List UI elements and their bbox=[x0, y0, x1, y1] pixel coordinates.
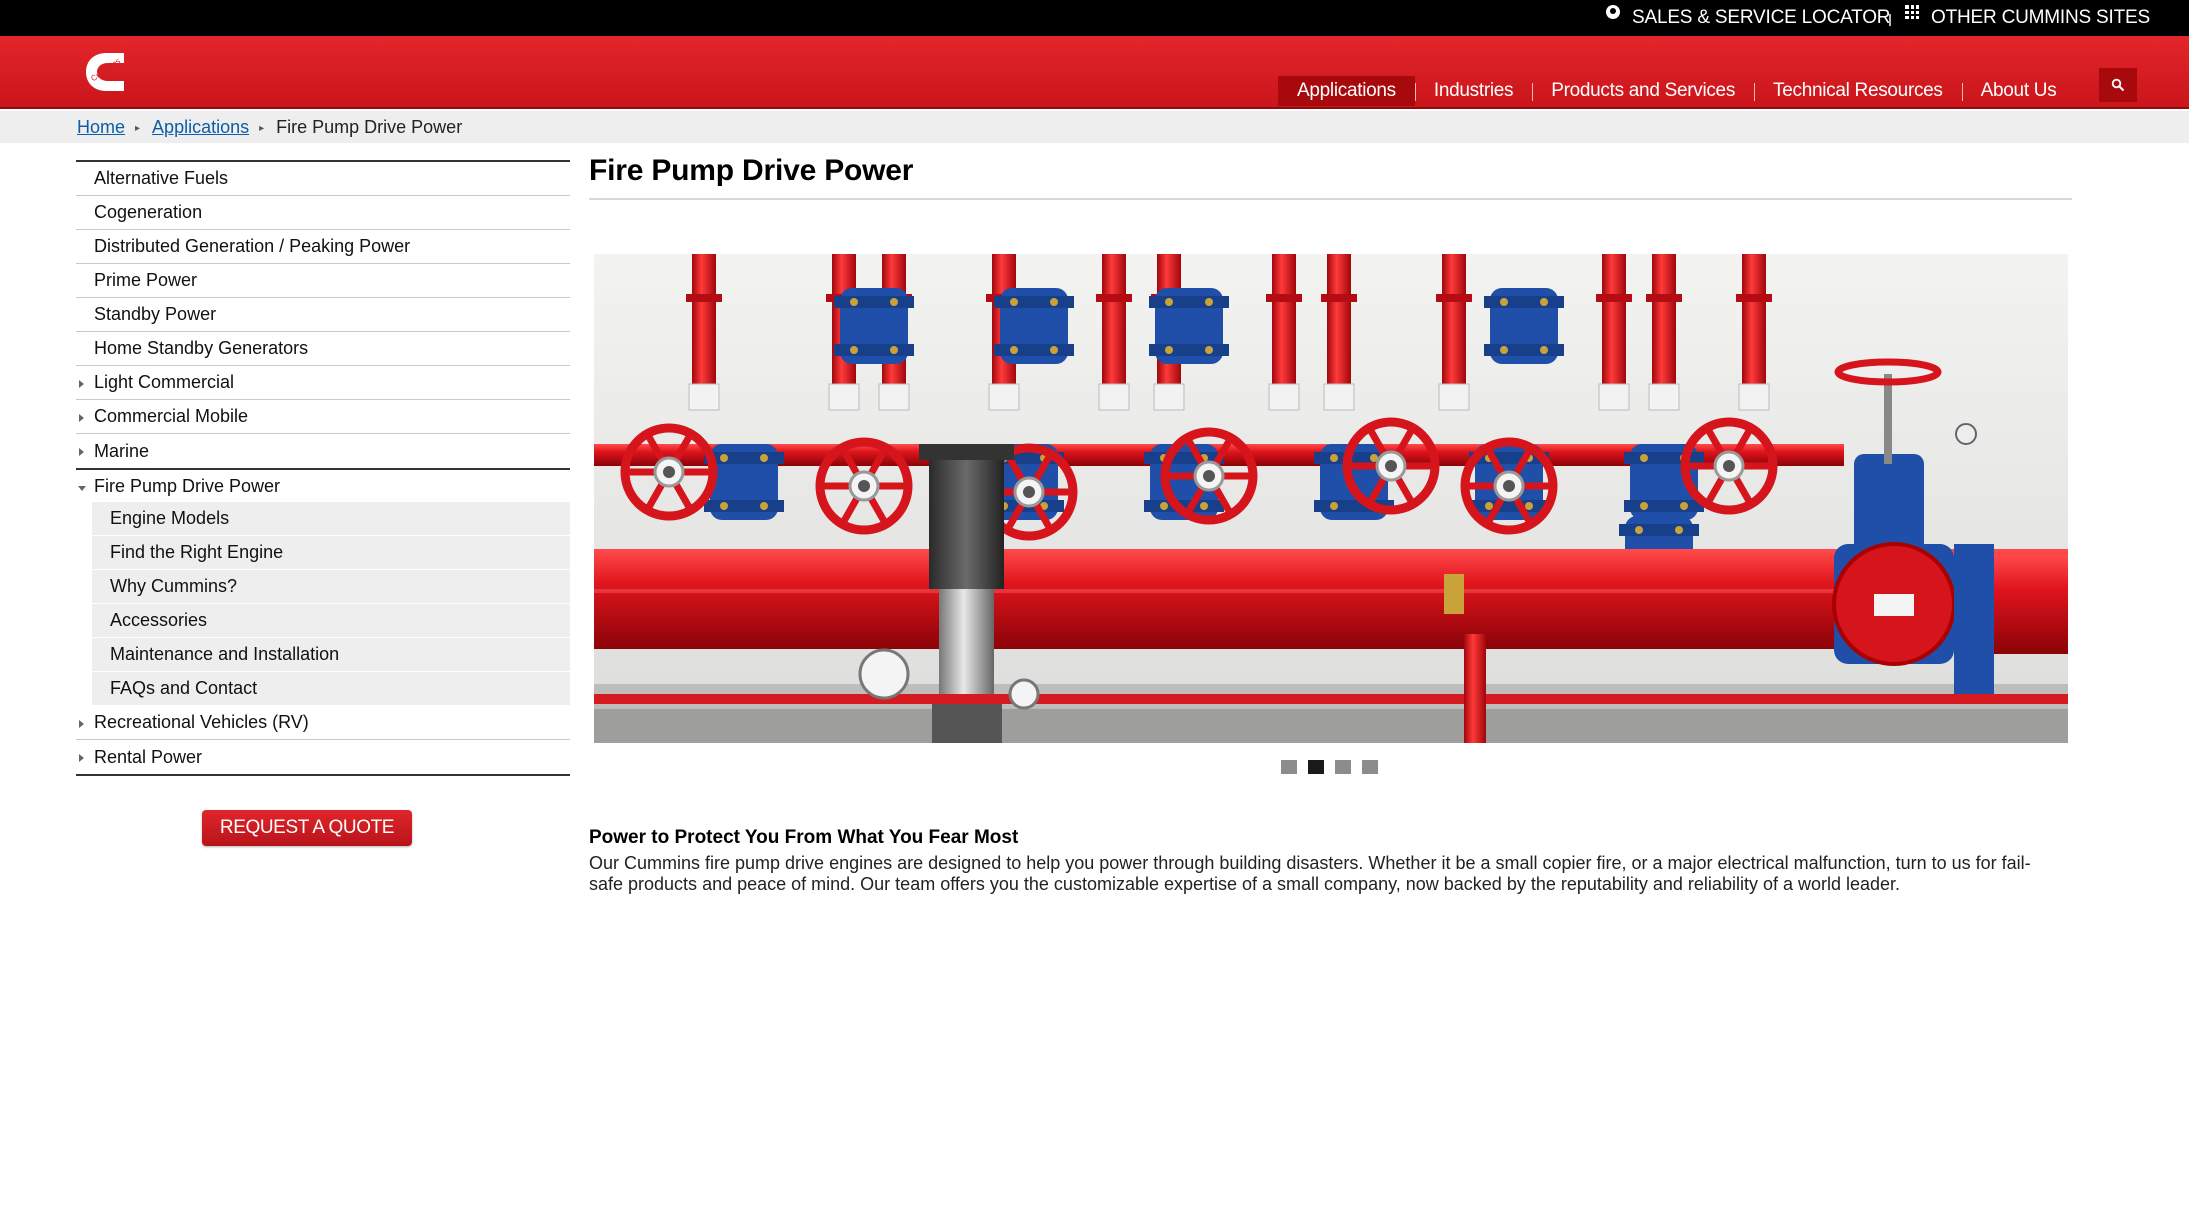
carousel-dot-1[interactable] bbox=[1281, 760, 1297, 774]
sidebar-subitem-why-cummins[interactable]: Why Cummins? bbox=[92, 570, 570, 604]
sidebar-item-cogeneration[interactable]: Cogeneration bbox=[76, 196, 570, 230]
breadcrumb-current: Fire Pump Drive Power bbox=[276, 116, 463, 137]
sidebar-item-label: Distributed Generation / Peaking Power bbox=[94, 236, 411, 256]
fire-pump-valve-manifold-photo bbox=[594, 254, 2068, 743]
sidebar-item-label: Alternative Fuels bbox=[94, 168, 229, 188]
sidebar-subitem-faqs-and-contact[interactable]: FAQs and Contact bbox=[92, 672, 570, 706]
breadcrumb-separator-icon: ▸ bbox=[135, 122, 141, 134]
nav-industries[interactable]: Industries bbox=[1414, 76, 1532, 106]
sales-service-locator-link[interactable]: SALES & SERVICE LOCATOR bbox=[1606, 0, 1891, 36]
other-cummins-sites-label: OTHER CUMMINS SITES bbox=[1931, 7, 2150, 28]
sidebar-subitem-maintenance-and-installation[interactable]: Maintenance and Installation bbox=[92, 638, 570, 672]
carousel-dot-2[interactable] bbox=[1308, 760, 1324, 774]
breadcrumb-bar: Home ▸ Applications ▸ Fire Pump Drive Po… bbox=[0, 111, 2189, 143]
sidebar-item-fire-pump-drive-power[interactable]: Fire Pump Drive Power bbox=[76, 468, 570, 502]
sidebar-item-label: Rental Power bbox=[94, 746, 203, 767]
sidebar-nav: Alternative Fuels Cogeneration Distribut… bbox=[76, 160, 570, 776]
sales-service-locator-label: SALES & SERVICE LOCATOR bbox=[1632, 7, 1891, 28]
nav-products-and-services[interactable]: Products and Services bbox=[1532, 76, 1754, 106]
breadcrumb-applications[interactable]: Applications bbox=[152, 117, 249, 138]
globe-icon bbox=[1606, 5, 1620, 19]
hero-carousel-image bbox=[594, 254, 2068, 743]
sidebar-subitem-accessories[interactable]: Accessories bbox=[92, 604, 570, 638]
sidebar-item-rental-power[interactable]: Rental Power bbox=[76, 740, 570, 774]
utility-bar: SALES & SERVICE LOCATOR OTHER CUMMINS SI… bbox=[0, 0, 2189, 36]
sidebar-item-label: Marine bbox=[94, 440, 150, 461]
nav-about-us[interactable]: About Us bbox=[1961, 76, 2076, 106]
carousel-dot-3[interactable] bbox=[1335, 760, 1351, 774]
collapse-arrow-icon bbox=[78, 486, 86, 491]
expand-arrow-icon bbox=[79, 414, 84, 422]
site-header: Cummins Applications Industries Products… bbox=[0, 36, 2189, 109]
sidebar-item-commercial-mobile[interactable]: Commercial Mobile bbox=[76, 400, 570, 434]
cummins-logo[interactable]: Cummins bbox=[80, 50, 128, 94]
sidebar-item-prime-power[interactable]: Prime Power bbox=[76, 264, 570, 298]
expand-arrow-icon bbox=[79, 448, 84, 456]
search-icon bbox=[2111, 78, 2125, 92]
expand-arrow-icon bbox=[79, 720, 84, 728]
sidebar-item-label: Prime Power bbox=[94, 270, 198, 290]
carousel-indicators bbox=[1281, 760, 1378, 774]
sidebar-subitem-engine-models[interactable]: Engine Models bbox=[92, 502, 570, 536]
breadcrumb-home[interactable]: Home bbox=[77, 117, 125, 138]
sidebar-bottom-divider bbox=[76, 774, 570, 776]
sidebar-item-alternative-fuels[interactable]: Alternative Fuels bbox=[76, 162, 570, 196]
expand-arrow-icon bbox=[79, 754, 84, 762]
sidebar-item-label: Home Standby Generators bbox=[94, 338, 309, 358]
sidebar-item-label: Standby Power bbox=[94, 304, 217, 324]
search-button[interactable] bbox=[2099, 68, 2137, 102]
other-cummins-sites-link[interactable]: OTHER CUMMINS SITES bbox=[1905, 0, 2150, 36]
request-a-quote-button[interactable]: REQUEST A QUOTE bbox=[202, 810, 412, 846]
sidebar-item-label: Commercial Mobile bbox=[94, 406, 249, 426]
utility-divider bbox=[1889, 14, 1891, 26]
breadcrumb: Home ▸ Applications ▸ Fire Pump Drive Po… bbox=[77, 111, 462, 143]
sidebar-item-label: Cogeneration bbox=[94, 202, 203, 222]
sidebar-item-standby-power[interactable]: Standby Power bbox=[76, 298, 570, 332]
sidebar-item-label: Recreational Vehicles (RV) bbox=[94, 712, 309, 732]
sidebar-item-distributed-generation[interactable]: Distributed Generation / Peaking Power bbox=[76, 230, 570, 264]
main-nav: Applications Industries Products and Ser… bbox=[1278, 76, 2075, 106]
sidebar-item-marine[interactable]: Marine bbox=[76, 434, 570, 468]
nav-applications[interactable]: Applications bbox=[1278, 76, 1415, 106]
breadcrumb-separator-icon: ▸ bbox=[259, 122, 265, 134]
title-divider bbox=[589, 198, 2072, 200]
sidebar-item-home-standby-generators[interactable]: Home Standby Generators bbox=[76, 332, 570, 366]
nav-technical-resources[interactable]: Technical Resources bbox=[1754, 76, 1962, 106]
sidebar-subitem-find-the-right-engine[interactable]: Find the Right Engine bbox=[92, 536, 570, 570]
sites-grid-icon bbox=[1905, 5, 1919, 19]
sidebar-item-light-commercial[interactable]: Light Commercial bbox=[76, 366, 570, 400]
section-heading: Power to Protect You From What You Fear … bbox=[589, 827, 1019, 848]
page-title: Fire Pump Drive Power bbox=[589, 154, 914, 187]
sidebar-item-label: Fire Pump Drive Power bbox=[94, 475, 281, 496]
section-body-text: Our Cummins fire pump drive engines are … bbox=[589, 853, 2031, 894]
sidebar-item-label: Light Commercial bbox=[94, 372, 235, 392]
expand-arrow-icon bbox=[79, 380, 84, 388]
carousel-dot-4[interactable] bbox=[1362, 760, 1378, 774]
sidebar-item-recreational-vehicles[interactable]: Recreational Vehicles (RV) bbox=[76, 706, 570, 740]
